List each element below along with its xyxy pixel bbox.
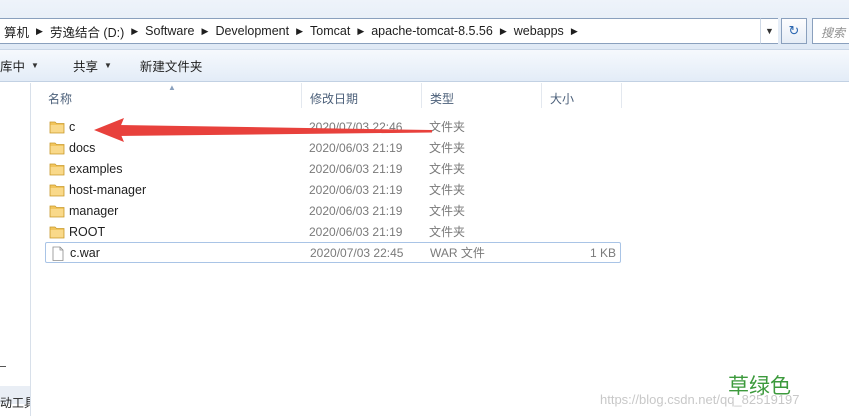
- nav-item-tools[interactable]: 动工具: [0, 394, 30, 411]
- column-name[interactable]: 名称: [40, 83, 302, 108]
- new-folder-button[interactable]: 新建文件夹: [132, 54, 211, 78]
- chevron-right-icon[interactable]: ▶: [199, 26, 212, 37]
- chevron-down-icon: ▼: [765, 26, 774, 36]
- breadcrumb-webapps[interactable]: webapps ▶: [510, 19, 581, 43]
- organize-button[interactable]: 库中 ▼: [0, 54, 47, 78]
- breadcrumb-computer[interactable]: 算机 ▶: [0, 19, 46, 43]
- table-row[interactable]: manager 2020/06/03 21:19 文件夹: [45, 200, 621, 221]
- folder-icon: [49, 142, 65, 155]
- table-row[interactable]: host-manager 2020/06/03 21:19 文件夹: [45, 179, 621, 200]
- column-date[interactable]: 修改日期: [302, 83, 422, 108]
- refresh-icon: ↻: [788, 23, 800, 38]
- chevron-down-icon: ▼: [31, 61, 39, 70]
- column-header: ▲ 名称 修改日期 类型 大小: [32, 83, 849, 108]
- table-row[interactable]: docs 2020/06/03 21:19 文件夹: [45, 137, 621, 158]
- address-strip: 算机 ▶ 劳逸结合 (D:) ▶ Software ▶ Development ▶ To…: [0, 0, 849, 50]
- address-bar[interactable]: 算机 ▶ 劳逸结合 (D:) ▶ Software ▶ Development ▶ To…: [0, 18, 778, 44]
- chevron-right-icon[interactable]: ▶: [354, 26, 367, 37]
- folder-icon: [49, 121, 65, 134]
- folder-icon: [49, 205, 65, 218]
- breadcrumb-software[interactable]: Software ▶: [141, 19, 211, 43]
- file-list-pane[interactable]: ▲ 名称 修改日期 类型 大小 c 2020/07/03 22:46 文件夹 d…: [32, 83, 849, 416]
- table-row[interactable]: ROOT 2020/06/03 21:19 文件夹: [45, 221, 621, 242]
- url-watermark: https://blog.csdn.net/qq_82519197: [600, 392, 800, 407]
- folder-icon: [49, 226, 65, 239]
- refresh-button[interactable]: ↻: [781, 18, 807, 44]
- table-row[interactable]: c.war 2020/07/03 22:45 WAR 文件 1 KB: [45, 242, 621, 263]
- file-icon: [52, 246, 64, 261]
- chevron-right-icon[interactable]: ▶: [33, 26, 46, 37]
- table-row[interactable]: c 2020/07/03 22:46 文件夹: [45, 116, 621, 137]
- breadcrumb-tomcat[interactable]: Tomcat ▶: [306, 19, 367, 43]
- chevron-right-icon[interactable]: ▶: [568, 26, 581, 37]
- folder-icon: [49, 163, 65, 176]
- chevron-down-icon: ▼: [103, 61, 112, 70]
- column-size[interactable]: 大小: [542, 83, 622, 108]
- address-history-dropdown[interactable]: ▼: [760, 18, 778, 44]
- share-button[interactable]: 共享 ▼: [65, 54, 120, 78]
- breadcrumb-apache-tomcat[interactable]: apache-tomcat-8.5.56 ▶: [367, 19, 510, 43]
- chevron-right-icon[interactable]: ▶: [128, 26, 141, 37]
- breadcrumb-development[interactable]: Development ▶: [211, 19, 306, 43]
- tree-divider: [0, 366, 6, 367]
- chevron-right-icon[interactable]: ▶: [497, 26, 510, 37]
- column-type[interactable]: 类型: [422, 83, 542, 108]
- table-row[interactable]: examples 2020/06/03 21:19 文件夹: [45, 158, 621, 179]
- chevron-right-icon[interactable]: ▶: [293, 26, 306, 37]
- folder-icon: [49, 184, 65, 197]
- search-input[interactable]: 搜索: [812, 18, 849, 44]
- command-toolbar: 库中 ▼ 共享 ▼ 新建文件夹: [0, 50, 849, 82]
- breadcrumb-drive[interactable]: 劳逸结合 (D:) ▶: [46, 19, 141, 43]
- navigation-pane[interactable]: 动工具: [0, 83, 31, 416]
